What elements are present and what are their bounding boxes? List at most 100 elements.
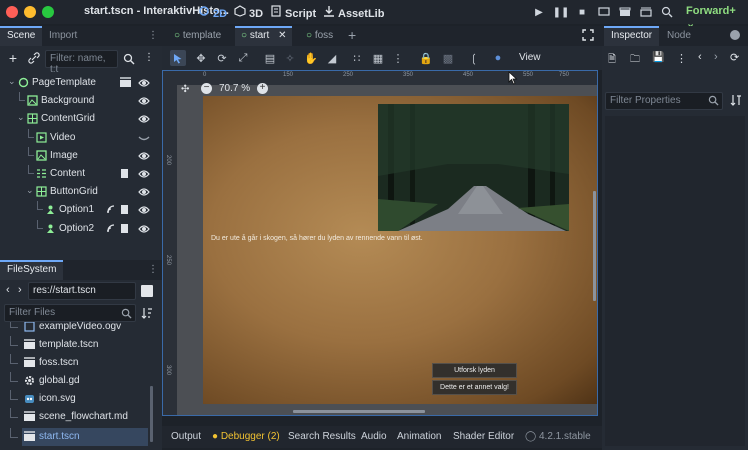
eye-icon[interactable] xyxy=(138,186,150,198)
scale-tool-button[interactable]: ⤢ xyxy=(235,50,251,66)
tab-shader-editor[interactable]: Shader Editor xyxy=(453,431,514,442)
tab-node[interactable]: Node xyxy=(660,26,698,46)
play-current-scene-button[interactable] xyxy=(617,5,633,19)
history-back-button[interactable]: ‹ xyxy=(698,51,702,63)
workspace-script-button[interactable]: Script xyxy=(270,5,316,20)
scene-node-content[interactable]: Content xyxy=(0,165,158,183)
open-resource-button[interactable]: 🗀 xyxy=(630,52,640,69)
script-icon[interactable] xyxy=(120,168,130,178)
scene-filter-input[interactable]: Filter: name, t:t xyxy=(45,50,118,75)
property-filter-input[interactable]: Filter Properties xyxy=(605,92,723,110)
remote-debug-button[interactable] xyxy=(596,5,612,19)
tab-scene[interactable]: Scene xyxy=(0,26,43,46)
chevron-down-icon[interactable]: ⌄ xyxy=(17,112,25,123)
script-icon[interactable] xyxy=(120,204,130,215)
close-window-button[interactable] xyxy=(6,6,18,18)
scene-node-option1[interactable]: Option1 xyxy=(0,201,158,219)
file-filter-input[interactable]: Filter Files xyxy=(4,304,136,322)
lock-button[interactable]: 🔒 xyxy=(418,50,434,66)
path-field[interactable]: res://start.tscn xyxy=(28,282,136,300)
skeleton-button[interactable]: ❲ xyxy=(466,50,482,66)
file-item[interactable]: icon.svg xyxy=(0,390,150,408)
option1-button[interactable]: Utforsk lyden xyxy=(432,363,517,378)
clapper-icon[interactable] xyxy=(120,77,131,87)
tab-animation[interactable]: Animation xyxy=(397,431,441,442)
signal-icon[interactable] xyxy=(106,204,116,214)
eye-closed-icon[interactable] xyxy=(138,132,150,144)
eye-icon[interactable] xyxy=(138,204,150,216)
scene-tab-start[interactable]: ○ start ✕ xyxy=(235,26,293,46)
chevron-down-icon[interactable]: ⌄ xyxy=(8,76,16,87)
pivot-tool-button[interactable]: ✧ xyxy=(282,50,298,66)
scene-node-buttongrid[interactable]: ⌄ ButtonGrid xyxy=(0,183,158,201)
new-scene-tab-button[interactable]: + xyxy=(348,27,356,43)
vertical-scrollbar[interactable] xyxy=(593,191,596,301)
resource-menu-button[interactable]: ⋮ xyxy=(676,52,687,65)
zoom-level[interactable]: 70.7 % xyxy=(219,83,250,94)
play-button[interactable]: ▶ xyxy=(531,5,547,19)
tab-search-results[interactable]: Search Results xyxy=(288,431,356,442)
anchor-preset-button[interactable]: ● xyxy=(490,50,506,66)
select-tool-button[interactable] xyxy=(170,50,186,66)
center-view-button[interactable]: ✣ xyxy=(181,84,189,95)
dock-menu-icon[interactable]: ⋮ xyxy=(148,30,158,41)
file-item[interactable]: global.gd xyxy=(0,372,150,390)
snap-options-button[interactable]: ⋮ xyxy=(390,50,406,66)
horizontal-scrollbar[interactable] xyxy=(293,410,425,413)
file-item[interactable]: foss.tscn xyxy=(0,354,150,372)
dock-options-icon[interactable] xyxy=(730,30,740,40)
play-custom-scene-button[interactable] xyxy=(638,5,654,19)
tab-import[interactable]: Import xyxy=(42,26,84,46)
scene-node-image[interactable]: Image xyxy=(0,146,158,165)
movie-maker-button[interactable] xyxy=(659,5,675,19)
eye-icon[interactable] xyxy=(138,223,150,235)
view-menu[interactable]: View xyxy=(519,52,541,63)
instance-scene-button[interactable] xyxy=(27,51,41,65)
scene-node-video[interactable]: Video xyxy=(0,128,158,147)
save-resource-button[interactable]: 💾 xyxy=(652,52,664,63)
file-item[interactable]: start.tscn xyxy=(10,428,148,446)
grid-snap-button[interactable]: ▦ xyxy=(370,50,386,66)
pause-button[interactable]: ❚❚ xyxy=(553,5,570,19)
group-button[interactable]: ▩ xyxy=(440,50,456,66)
option2-button[interactable]: Dette er et annet valg! xyxy=(432,380,517,395)
scene-node-option2[interactable]: Option2 xyxy=(0,219,158,238)
scene-tab-template[interactable]: ○ template xyxy=(168,26,227,46)
pan-tool-button[interactable]: ✋ xyxy=(303,50,319,66)
eye-icon[interactable] xyxy=(138,150,150,162)
file-item[interactable]: exampleVideo.ogv xyxy=(0,322,150,336)
canvas-viewport[interactable]: 0 150 250 350 450 550 750 200 250 300 Du… xyxy=(162,70,598,416)
workspace-3d-button[interactable]: 3D xyxy=(234,5,263,20)
forward-button[interactable]: › xyxy=(18,284,22,296)
add-node-button[interactable]: + xyxy=(6,50,20,66)
eye-icon[interactable] xyxy=(138,77,150,89)
script-icon[interactable] xyxy=(120,223,130,233)
minimize-window-button[interactable] xyxy=(24,6,36,18)
search-options-button[interactable] xyxy=(122,52,136,66)
tab-filesystem[interactable]: FileSystem xyxy=(0,260,64,280)
distraction-free-button[interactable] xyxy=(582,29,594,41)
workspace-2d-button[interactable]: 2D xyxy=(198,5,227,20)
smart-snap-button[interactable]: ∷ xyxy=(349,50,365,66)
tab-audio[interactable]: Audio xyxy=(361,431,387,442)
new-resource-button[interactable]: 🗎 xyxy=(608,52,616,69)
sort-button[interactable] xyxy=(141,307,153,319)
scene-node-background[interactable]: Background xyxy=(0,92,158,110)
eye-icon[interactable] xyxy=(138,95,150,107)
selectable-tool-button[interactable]: ▤ xyxy=(262,50,278,66)
ruler-tool-button[interactable]: ◢ xyxy=(324,50,340,66)
split-mode-button[interactable] xyxy=(141,285,153,297)
scene-menu-icon[interactable]: ⋮ xyxy=(144,52,154,63)
scene-node-pagetemplate[interactable]: ⌄ PageTemplate xyxy=(0,74,158,92)
file-list-scrollbar[interactable] xyxy=(150,386,153,442)
recent-history-button[interactable]: ⟳ xyxy=(730,51,739,64)
zoom-in-button[interactable]: + xyxy=(257,83,268,94)
property-options-button[interactable] xyxy=(730,94,742,106)
file-item[interactable]: scene_flowchart.md xyxy=(0,408,150,426)
signal-icon[interactable] xyxy=(106,223,116,233)
stop-button[interactable]: ■ xyxy=(574,5,590,19)
workspace-assetlib-button[interactable]: AssetLib xyxy=(323,5,384,20)
tab-debugger[interactable]: ● Debugger (2) xyxy=(212,431,280,442)
zoom-window-button[interactable] xyxy=(42,6,54,18)
back-button[interactable]: ‹ xyxy=(6,284,10,296)
